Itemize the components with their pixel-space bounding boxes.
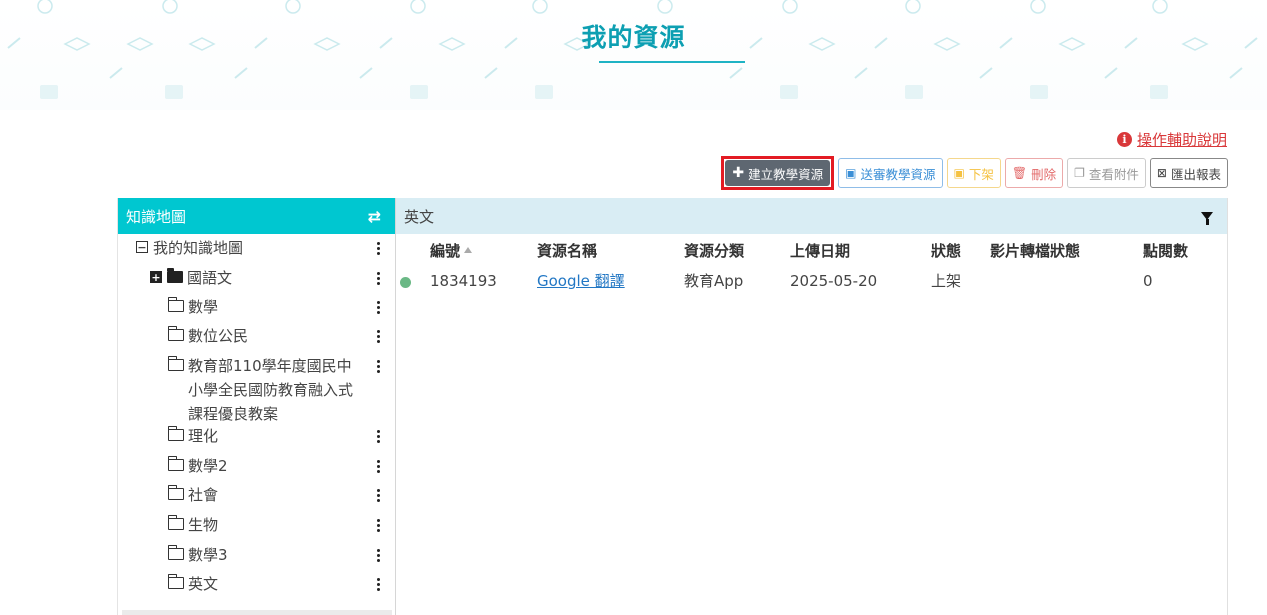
folder-icon bbox=[167, 297, 184, 312]
tree-item-label: 社會 bbox=[188, 486, 219, 504]
trash-icon: 🗑 bbox=[1011, 166, 1028, 180]
tree-item-chinese[interactable]: + 國語文 bbox=[150, 266, 380, 290]
tree-item-label: 英文 bbox=[188, 575, 219, 593]
delete-button[interactable]: 🗑 刪除 bbox=[1004, 158, 1064, 188]
column-id-label: 編號 bbox=[430, 242, 461, 260]
column-id[interactable]: 編號 bbox=[430, 236, 473, 266]
more-icon[interactable] bbox=[374, 266, 382, 285]
off-shelf-button[interactable]: ▣ 下架 bbox=[946, 158, 1001, 188]
column-name[interactable]: 資源名稱 bbox=[537, 236, 597, 266]
help-label: 操作輔助說明 bbox=[1136, 131, 1227, 149]
folder-icon bbox=[167, 326, 184, 341]
tree-item-defense-lesson[interactable]: 教育部110學年度國民中小學全民國防教育融入式課程優良教案 bbox=[167, 354, 380, 426]
knowledge-map-sidebar: 知識地圖 ⇄ − 我的知識地圖 + 國語文 數學 數位公民 教育部110學年度國… bbox=[117, 198, 396, 615]
tree-item-social[interactable]: 社會 bbox=[167, 483, 380, 507]
file-down-icon: ▣ bbox=[953, 166, 965, 180]
export-report-label: 匯出報表 bbox=[1170, 166, 1221, 182]
folder-icon bbox=[167, 426, 184, 441]
column-upload-date[interactable]: 上傳日期 bbox=[790, 236, 850, 266]
folder-icon bbox=[167, 268, 183, 283]
title-underline bbox=[599, 61, 745, 63]
tree-item-biology[interactable]: 生物 bbox=[167, 513, 380, 537]
sidebar-title: 知識地圖 bbox=[126, 207, 187, 226]
excel-file-icon: ⊠ bbox=[1156, 166, 1167, 180]
more-icon[interactable] bbox=[374, 543, 382, 562]
cell-views: 0 bbox=[1143, 272, 1153, 290]
more-icon[interactable] bbox=[374, 324, 382, 343]
view-attachments-label: 查看附件 bbox=[1088, 166, 1139, 182]
page-title: 我的資源 bbox=[581, 23, 686, 52]
windows-icon: ❐ bbox=[1074, 166, 1085, 180]
tree-item-digital-citizen[interactable]: 數位公民 bbox=[167, 324, 380, 348]
tree-item-label: 生物 bbox=[188, 516, 219, 534]
help-link[interactable]: i 操作輔助說明 bbox=[1116, 129, 1227, 150]
toolbar: ✚ 建立教學資源 ▣ 送審教學資源 ▣ 下架 🗑 刪除 ❐ 查看附件 ⊠ 匯出報… bbox=[721, 156, 1228, 190]
tree-item-math[interactable]: 數學 bbox=[167, 295, 380, 319]
folder-icon bbox=[167, 456, 184, 471]
off-shelf-label: 下架 bbox=[968, 166, 994, 182]
collapse-icon[interactable]: − bbox=[136, 241, 148, 253]
create-resource-label: 建立教學資源 bbox=[748, 166, 824, 182]
more-icon[interactable] bbox=[374, 236, 382, 255]
tree-item-label: 數學 bbox=[188, 298, 219, 316]
submit-resource-label: 送審教學資源 bbox=[860, 166, 936, 182]
tree-item-math3[interactable]: 數學3 bbox=[167, 543, 380, 567]
view-attachments-button[interactable]: ❐ 查看附件 bbox=[1067, 158, 1146, 188]
tree-root-label: 我的知識地圖 bbox=[153, 239, 244, 257]
tree-item-math2[interactable]: 數學2 bbox=[167, 454, 380, 478]
tree-item-label: 數學2 bbox=[188, 457, 228, 475]
submit-resource-button[interactable]: ▣ 送審教學資源 bbox=[838, 158, 943, 188]
cell-upload-date: 2025-05-20 bbox=[790, 272, 878, 290]
sidebar-header: 知識地圖 ⇄ bbox=[118, 198, 395, 234]
delete-label: 刪除 bbox=[1031, 166, 1057, 182]
current-folder-title: 英文 bbox=[404, 207, 435, 226]
folder-icon bbox=[167, 485, 184, 500]
header-banner: 我的資源 bbox=[0, 0, 1267, 110]
folder-icon bbox=[167, 515, 184, 530]
more-icon[interactable] bbox=[374, 483, 382, 502]
plus-icon: ✚ bbox=[732, 165, 745, 181]
more-icon[interactable] bbox=[374, 295, 382, 314]
column-views[interactable]: 點閱數 bbox=[1143, 236, 1188, 266]
create-resource-button[interactable]: ✚ 建立教學資源 bbox=[725, 160, 831, 186]
cell-category: 教育App bbox=[684, 272, 744, 290]
more-icon[interactable] bbox=[374, 424, 382, 443]
expand-icon[interactable]: + bbox=[150, 271, 162, 283]
export-report-button[interactable]: ⊠ 匯出報表 bbox=[1149, 158, 1228, 188]
info-icon: i bbox=[1116, 132, 1132, 147]
resource-panel: 英文 編號 資源名稱 資源分類 上傳日期 狀態 影片轉檔狀態 點閱數 18341… bbox=[396, 198, 1228, 615]
tree-item-label: 數學3 bbox=[188, 546, 228, 564]
tree-item-label: 數位公民 bbox=[188, 327, 249, 345]
more-icon[interactable] bbox=[374, 354, 382, 373]
more-icon[interactable] bbox=[374, 454, 382, 473]
cell-status: 上架 bbox=[931, 272, 962, 290]
tree-item-label: 理化 bbox=[188, 427, 219, 445]
table-header: 編號 資源名稱 資源分類 上傳日期 狀態 影片轉檔狀態 點閱數 bbox=[396, 236, 1228, 266]
more-icon[interactable] bbox=[374, 513, 382, 532]
tree-item-physics-chemistry[interactable]: 理化 bbox=[167, 424, 380, 448]
cell-id: 1834193 bbox=[430, 272, 497, 290]
folder-icon bbox=[167, 356, 184, 371]
selected-row-highlight bbox=[122, 610, 392, 615]
filter-icon[interactable] bbox=[1201, 212, 1213, 225]
folder-icon bbox=[167, 574, 184, 589]
column-status[interactable]: 狀態 bbox=[931, 236, 961, 266]
column-category[interactable]: 資源分類 bbox=[684, 236, 744, 266]
tree-item-label: 教育部110學年度國民中小學全民國防教育融入式課程優良教案 bbox=[188, 357, 354, 423]
table-row[interactable]: 1834193 Google 翻譯 教育App 2025-05-20 上架 0 bbox=[396, 266, 1228, 296]
banner-pattern bbox=[7, 0, 1258, 99]
sort-asc-icon bbox=[464, 247, 473, 253]
tree-item-english[interactable]: 英文 bbox=[167, 572, 380, 596]
resource-name-link[interactable]: Google 翻譯 bbox=[537, 266, 625, 296]
status-dot-icon bbox=[400, 277, 411, 288]
swap-icon[interactable]: ⇄ bbox=[368, 207, 381, 226]
tree-root[interactable]: − 我的知識地圖 bbox=[136, 236, 380, 260]
tree-item-label: 國語文 bbox=[187, 269, 233, 287]
resource-panel-header: 英文 bbox=[396, 198, 1227, 234]
file-upload-icon: ▣ bbox=[845, 166, 857, 180]
more-icon[interactable] bbox=[374, 572, 382, 591]
column-video-status[interactable]: 影片轉檔狀態 bbox=[990, 236, 1080, 266]
folder-icon bbox=[167, 545, 184, 560]
create-button-highlight: ✚ 建立教學資源 bbox=[721, 156, 835, 190]
